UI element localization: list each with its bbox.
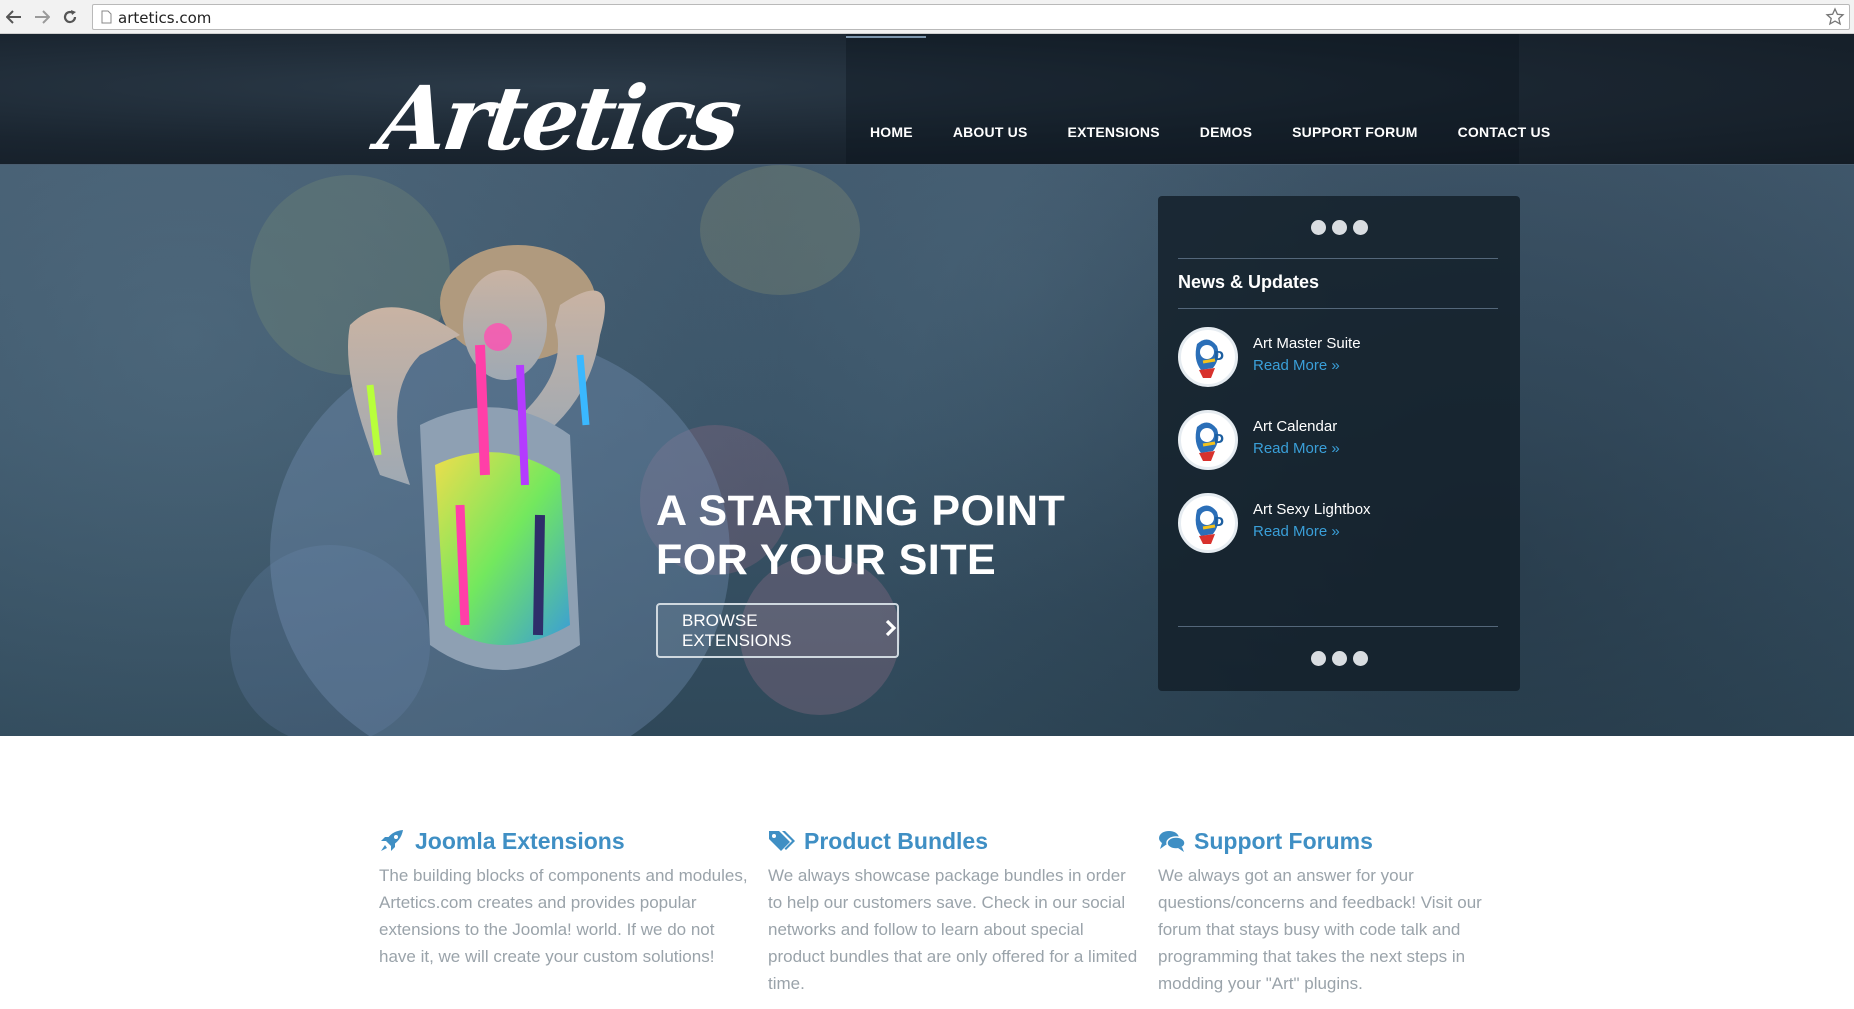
feature-title: Support Forums <box>1194 827 1373 854</box>
url-text[interactable]: artetics.com <box>118 9 211 27</box>
feature-product-bundles: Product Bundles We always showcase packa… <box>768 826 1138 997</box>
comments-icon <box>1158 829 1186 853</box>
news-item-title[interactable]: Art Calendar <box>1253 418 1337 435</box>
carousel-dot[interactable] <box>1352 220 1368 235</box>
svg-text:D: D <box>1214 515 1224 529</box>
browse-extensions-label: BROWSE EXTENSIONS <box>682 610 792 650</box>
nav-item-demos[interactable]: DEMOS <box>1200 124 1252 140</box>
carousel-dot[interactable] <box>1331 651 1347 666</box>
news-item-title[interactable]: Art Sexy Lightbox <box>1253 501 1371 518</box>
browser-toolbar: artetics.com <box>0 0 1854 34</box>
joomla-mascot-icon: D <box>1178 327 1238 387</box>
carousel-dot[interactable] <box>1352 651 1368 666</box>
tags-icon <box>768 829 796 853</box>
reload-icon[interactable] <box>58 5 82 29</box>
active-nav-indicator <box>846 36 926 38</box>
feature-description: We always showcase package bundles in or… <box>768 866 1138 993</box>
feature-description: We always got an answer for your questio… <box>1158 866 1482 993</box>
carousel-dots-top <box>1158 220 1520 235</box>
address-bar[interactable]: artetics.com <box>92 4 1850 30</box>
site-logo[interactable]: Artetics <box>373 66 744 170</box>
bookmark-star-icon[interactable] <box>1825 7 1845 32</box>
hero-title-line-2: FOR YOUR SITE <box>656 536 997 584</box>
nav-item-support-forum[interactable]: SUPPORT FORUM <box>1292 124 1418 140</box>
main-nav: HOME ABOUT US EXTENSIONS DEMOS SUPPORT F… <box>850 124 1570 140</box>
feature-heading[interactable]: Joomla Extensions <box>379 826 749 856</box>
news-item-title[interactable]: Art Master Suite <box>1253 335 1361 352</box>
carousel-dot[interactable] <box>1310 220 1326 235</box>
nav-item-extensions[interactable]: EXTENSIONS <box>1068 124 1160 140</box>
svg-text:D: D <box>1214 349 1224 363</box>
hero-figure-image <box>270 245 730 736</box>
feature-description: The building blocks of components and mo… <box>379 866 748 966</box>
joomla-mascot-icon: D <box>1178 493 1238 553</box>
news-panel: News & Updates D Art Master Suite Read M… <box>1158 196 1520 691</box>
divider <box>1178 626 1498 627</box>
nav-item-home[interactable]: HOME <box>870 124 913 140</box>
site-header: Artetics HOME ABOUT US EXTENSIONS DEMOS … <box>0 34 1854 170</box>
feature-joomla-extensions: Joomla Extensions The building blocks of… <box>379 826 749 970</box>
feature-support-forums: Support Forums We always got an answer f… <box>1158 826 1528 997</box>
rocket-icon <box>379 829 407 853</box>
browse-extensions-button[interactable]: BROWSE EXTENSIONS <box>656 603 899 658</box>
read-more-link[interactable]: Read More » <box>1253 357 1340 374</box>
joomla-mascot-icon: D <box>1178 410 1238 470</box>
feature-title: Product Bundles <box>804 827 989 854</box>
hero-title: A STARTING POINT FOR YOUR SITE <box>656 487 1065 585</box>
news-item: D Art Sexy Lightbox Read More » <box>1178 493 1498 555</box>
carousel-dot[interactable] <box>1331 220 1347 235</box>
read-more-link[interactable]: Read More » <box>1253 523 1340 540</box>
nav-item-about-us[interactable]: ABOUT US <box>953 124 1028 140</box>
page-icon <box>101 10 112 29</box>
svg-text:D: D <box>1214 432 1224 446</box>
back-arrow-icon[interactable] <box>2 5 26 29</box>
read-more-link[interactable]: Read More » <box>1253 440 1340 457</box>
nav-backdrop <box>846 34 1519 165</box>
carousel-dots-bottom <box>1158 651 1520 666</box>
divider <box>1178 258 1498 259</box>
feature-title: Joomla Extensions <box>415 827 625 854</box>
hero-banner: A STARTING POINT FOR YOUR SITE BROWSE EX… <box>0 165 1854 736</box>
feature-heading[interactable]: Product Bundles <box>768 826 1138 856</box>
forward-arrow-icon[interactable] <box>30 5 54 29</box>
chevron-right-icon <box>885 619 897 643</box>
news-item: D Art Master Suite Read More » <box>1178 327 1498 389</box>
nav-item-contact-us[interactable]: CONTACT US <box>1458 124 1551 140</box>
carousel-dot[interactable] <box>1310 651 1326 666</box>
news-item: D Art Calendar Read More » <box>1178 410 1498 472</box>
divider <box>1178 308 1498 309</box>
feature-heading[interactable]: Support Forums <box>1158 826 1528 856</box>
news-heading: News & Updates <box>1178 272 1320 292</box>
hero-title-line-1: A STARTING POINT <box>656 487 1066 535</box>
